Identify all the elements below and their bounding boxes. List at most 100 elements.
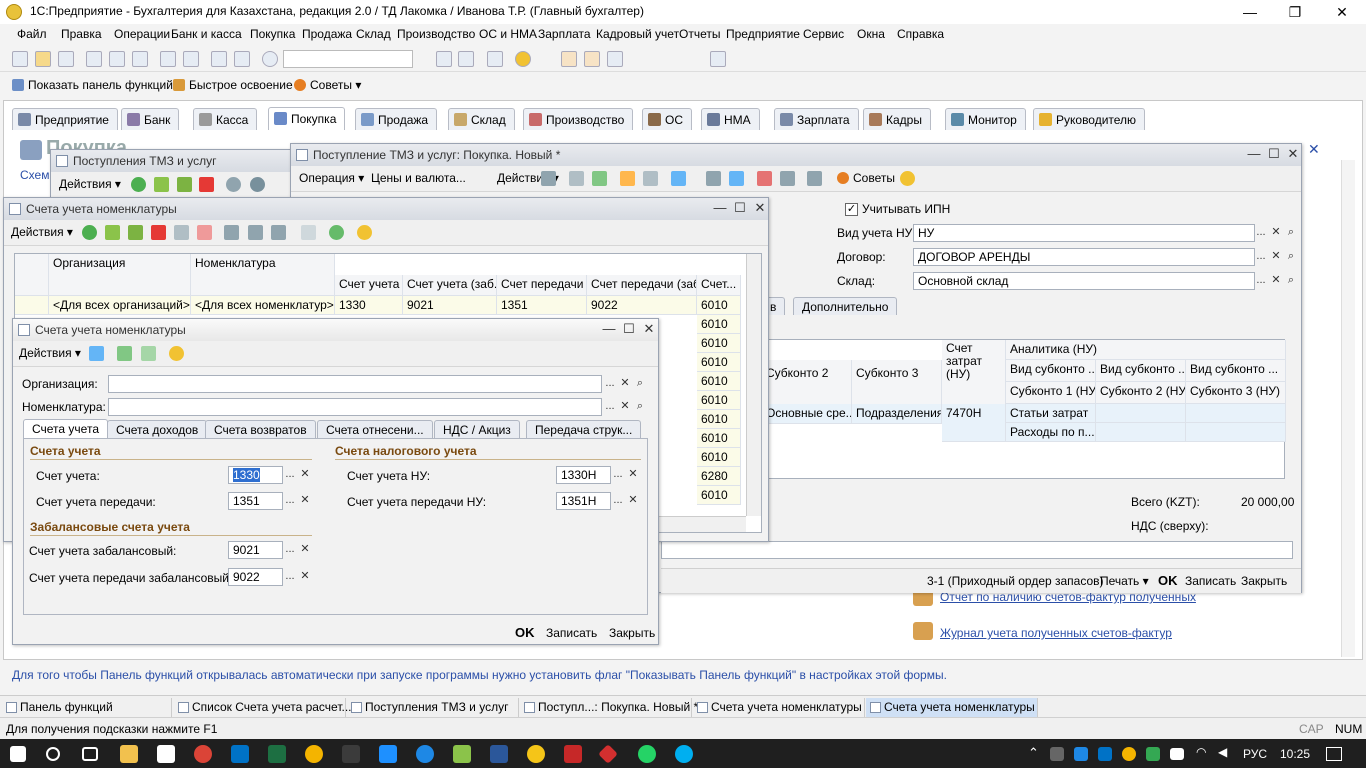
info-icon[interactable] xyxy=(515,51,531,67)
doc-maximize-button[interactable]: ☐ xyxy=(1266,146,1282,162)
operation-menu[interactable]: Операция ▾ xyxy=(295,169,368,188)
excel-icon[interactable] xyxy=(268,745,286,763)
calculator-icon[interactable] xyxy=(561,51,577,67)
volume-icon[interactable]: ◀ xyxy=(1218,745,1227,759)
task-view-icon[interactable] xyxy=(82,747,98,761)
menu-production[interactable]: Производство xyxy=(397,27,475,41)
peredachi-field[interactable]: 1351 xyxy=(228,492,283,510)
wifi-icon[interactable]: ◠ xyxy=(1196,745,1206,759)
nu-clear[interactable]: ✕ xyxy=(625,466,641,484)
list-icon[interactable] xyxy=(706,171,721,186)
org-select[interactable]: ... xyxy=(602,375,618,393)
cell-last-9[interactable]: 6010 xyxy=(697,448,741,467)
menu-help[interactable]: Справка xyxy=(897,27,944,41)
quick-learn-button[interactable]: Быстрое освоение xyxy=(173,78,293,92)
task-function-panel[interactable]: Панель функций xyxy=(2,698,172,717)
menu-edit[interactable]: Правка xyxy=(61,27,102,41)
doc-close-button[interactable]: ✕ xyxy=(1285,146,1301,162)
cell-vid2[interactable] xyxy=(1096,404,1186,423)
show-panel-button[interactable]: Показать панель функций xyxy=(12,78,173,92)
nom-select[interactable]: ... xyxy=(602,398,618,416)
word-icon[interactable] xyxy=(490,745,508,763)
restore-button[interactable]: ❐ xyxy=(1285,2,1305,22)
print-icon[interactable] xyxy=(160,51,176,67)
filter-icon[interactable] xyxy=(224,225,239,240)
help-icon[interactable] xyxy=(169,346,184,361)
acrobat-icon[interactable] xyxy=(564,745,582,763)
nu-peredachi-clear[interactable]: ✕ xyxy=(625,492,641,510)
doc-ok-button[interactable]: OK xyxy=(1158,573,1178,588)
order-link[interactable]: 3-1 (Приходный ордер запасов) xyxy=(927,574,1104,588)
edit-icon[interactable] xyxy=(128,225,143,240)
form-minimize-button[interactable]: — xyxy=(601,321,617,337)
based-on-icon[interactable] xyxy=(620,171,635,186)
vid-nu-search-icon[interactable]: ⌕ xyxy=(1283,224,1299,242)
cell-last-3[interactable]: 6010 xyxy=(697,334,741,353)
whatsapp-icon[interactable] xyxy=(638,745,656,763)
filter-menu-icon[interactable] xyxy=(271,225,286,240)
pin-icon[interactable] xyxy=(807,171,822,186)
copy-add-icon[interactable] xyxy=(105,225,120,240)
form-close-text-button[interactable]: Закрыть xyxy=(609,626,655,640)
copy-add-icon[interactable] xyxy=(154,177,169,192)
open-icon[interactable] xyxy=(35,51,51,67)
link-invoices-journal[interactable]: Журнал учета полученных счетов-фактур xyxy=(940,626,1172,640)
menu-windows[interactable]: Окна xyxy=(857,27,885,41)
nom-search-icon[interactable]: ⌕ xyxy=(632,398,648,416)
doc-save-button[interactable]: Записать xyxy=(1185,574,1236,588)
find-icon[interactable] xyxy=(250,177,265,192)
tray-plus-icon[interactable] xyxy=(1122,747,1136,761)
cell-last-2[interactable]: 6010 xyxy=(697,315,741,334)
cell-last-6[interactable]: 6010 xyxy=(697,391,741,410)
tab-accounts[interactable]: Счета учета xyxy=(23,419,108,439)
app-icon[interactable] xyxy=(453,745,471,763)
menu-operations[interactable]: Операции xyxy=(114,27,170,41)
ipn-checkbox[interactable]: ✓ xyxy=(845,203,858,216)
save-icon[interactable] xyxy=(58,51,74,67)
warehouse-search-icon[interactable]: ⌕ xyxy=(1283,272,1299,290)
menu-file[interactable]: Файл xyxy=(17,27,47,41)
peredachi-select[interactable]: ... xyxy=(282,492,298,510)
ie-icon[interactable] xyxy=(416,745,434,763)
tab-monitor[interactable]: Монитор xyxy=(945,108,1026,130)
interval-icon[interactable] xyxy=(226,177,241,192)
close-button[interactable]: ✕ xyxy=(1332,2,1352,22)
tab-sale[interactable]: Продажа xyxy=(355,108,438,130)
cell-schet-zab[interactable]: 9021 xyxy=(403,296,497,315)
form-ok-button[interactable]: OK xyxy=(515,625,535,640)
preview-icon[interactable] xyxy=(183,51,199,67)
find-prev-icon[interactable] xyxy=(458,51,474,67)
vid-nu-clear[interactable]: ✕ xyxy=(1268,224,1284,242)
cell-last-8[interactable]: 6010 xyxy=(697,429,741,448)
drive-icon[interactable] xyxy=(305,745,323,763)
copy-form-icon[interactable] xyxy=(141,346,156,361)
menu-enterprise[interactable]: Предприятие xyxy=(726,27,800,41)
zab-select[interactable]: ... xyxy=(282,541,298,559)
prices-button[interactable]: Цены и валюта... xyxy=(367,169,470,188)
snip-icon[interactable] xyxy=(342,745,360,763)
skype-icon[interactable] xyxy=(675,745,693,763)
task-accounts-form[interactable]: Счета учета номенклатуры xyxy=(866,698,1038,717)
delete-icon[interactable] xyxy=(151,225,166,240)
warehouse-select[interactable]: ... xyxy=(1253,272,1269,290)
cell-last-7[interactable]: 6010 xyxy=(697,410,741,429)
add-icon[interactable] xyxy=(131,177,146,192)
org-field[interactable] xyxy=(108,375,602,393)
tab-transfer[interactable]: Передача струк... xyxy=(526,420,642,438)
tab-nma[interactable]: НМА xyxy=(701,108,760,130)
warehouse-field[interactable]: Основной склад xyxy=(913,272,1255,290)
print-menu[interactable]: Печать ▾ xyxy=(1100,574,1149,588)
help-icon[interactable] xyxy=(357,225,372,240)
anydesk-icon[interactable] xyxy=(598,744,618,764)
form-maximize-button[interactable]: ☐ xyxy=(621,321,637,337)
form-actions-menu[interactable]: Действия ▾ xyxy=(15,344,85,363)
pin-app-icon[interactable] xyxy=(379,745,397,763)
tab-additional[interactable]: Дополнительно xyxy=(793,297,898,315)
filter-value-icon[interactable] xyxy=(248,225,263,240)
edit-icon[interactable] xyxy=(177,177,192,192)
find-next-icon[interactable] xyxy=(436,51,452,67)
task-tmz-list[interactable]: Поступления ТМЗ и услуг xyxy=(347,698,519,717)
tab-returns[interactable]: Счета возвратов xyxy=(205,420,316,438)
cell-org[interactable]: <Для всех организаций> xyxy=(49,296,191,315)
unmark-icon[interactable] xyxy=(197,225,212,240)
